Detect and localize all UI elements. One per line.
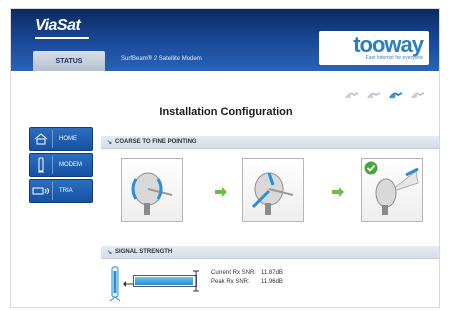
dish-step-1-icon (345, 89, 363, 101)
peak-snr-value: 11.96dB (261, 279, 283, 285)
pointing-step-fine (242, 158, 304, 222)
tab-status[interactable]: STATUS (33, 51, 105, 71)
current-snr-value: 11.87dB (261, 270, 283, 276)
peak-snr-label: Peak Rx SNR: (211, 279, 250, 285)
satellite-dish-icon (251, 172, 294, 215)
meter-cap-icon (193, 270, 199, 292)
coarse-pointing-header: ↘ COARSE TO FINE POINTING (101, 136, 439, 149)
chevron-down-icon: ↘ (107, 139, 113, 146)
signal-strength-header: ↘ SIGNAL STRENGTH (101, 246, 439, 259)
progress-indicator (345, 89, 431, 101)
dish-step-4-icon (411, 89, 429, 101)
tab-bar: STATUS SurfBeam® 2 Satellite Modem (11, 51, 439, 71)
coarse-pointing-title: COARSE TO FINE POINTING (115, 139, 197, 145)
header-bar: ViaSat tooway Fast Internet for everyone… (11, 9, 439, 71)
side-nav: HOME MODEM TRIA (29, 127, 105, 205)
nav-modem-label: MODEM (59, 162, 82, 168)
pointing-step-aligned (361, 158, 423, 222)
signal-meter-fill (135, 277, 193, 285)
coarse-pointing-panel: ↘ COARSE TO FINE POINTING (101, 136, 439, 246)
page-title: Installation Configuration (159, 106, 293, 118)
logo-underline (35, 37, 89, 39)
viasat-logo: ViaSat (35, 17, 81, 34)
snr-readout: Current Rx SNR: 11.87dB Peak Rx SNR: 11.… (211, 269, 283, 287)
chevron-down-icon: ↘ (107, 249, 113, 256)
step-arrow-icon (331, 184, 345, 197)
device-title: SurfBeam® 2 Satellite Modem (121, 56, 202, 62)
tria-icon (30, 182, 53, 200)
signal-meter (133, 275, 197, 287)
nav-modem[interactable]: MODEM (29, 153, 93, 177)
satellite-dish-icon (131, 172, 173, 215)
nav-tria[interactable]: TRIA (29, 179, 93, 203)
pointing-step-coarse (121, 158, 183, 222)
house-icon (30, 130, 53, 148)
nav-tria-label: TRIA (59, 188, 73, 194)
dish-step-2-icon (367, 89, 385, 101)
checkmark-icon (364, 161, 378, 175)
nav-home-label: HOME (59, 136, 77, 142)
antenna-icon (109, 266, 121, 302)
app-frame: ViaSat tooway Fast Internet for everyone… (10, 8, 440, 308)
nav-home[interactable]: HOME (29, 127, 93, 151)
signal-strength-title: SIGNAL STRENGTH (115, 249, 173, 255)
dish-step-3-icon (389, 89, 407, 101)
modem-icon (30, 156, 53, 174)
step-arrow-icon (214, 184, 228, 197)
current-snr-label: Current Rx SNR: (211, 270, 257, 276)
